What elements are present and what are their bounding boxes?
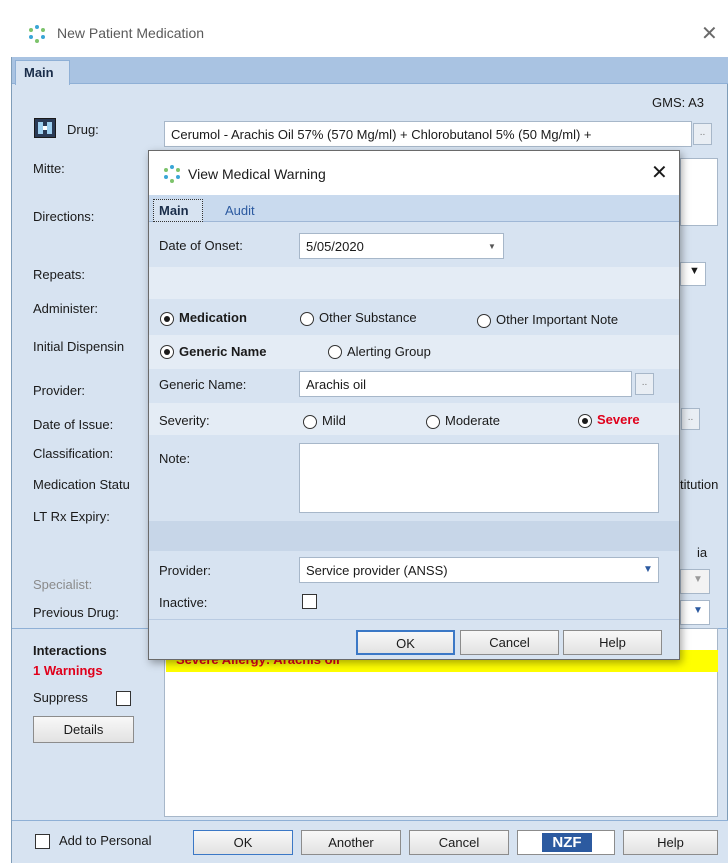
ok-button[interactable]: OK <box>193 830 293 855</box>
window-title: New Patient Medication <box>57 25 205 41</box>
nzf-button[interactable]: NZF <box>517 830 615 855</box>
window-title-bar: New Patient Medication ✕ <box>11 11 728 57</box>
date-of-onset-picker[interactable]: 5/05/2020 ▼ <box>299 233 504 259</box>
cancel-button[interactable]: Cancel <box>409 830 509 855</box>
chevron-down-icon: ▼ <box>689 265 700 277</box>
classification-label: Classification: <box>33 446 114 461</box>
another-button[interactable]: Another <box>301 830 401 855</box>
severity-severe-radio[interactable] <box>578 414 592 428</box>
generic-name-value: Arachis oil <box>306 377 366 392</box>
chevron-down-icon: ▼ <box>693 605 703 616</box>
drug-field[interactable]: Cerumol - Arachis Oil 57% (570 Mg/ml) + … <box>164 121 692 147</box>
dialog-spacer-band-2 <box>149 521 679 551</box>
generic-name-radio[interactable] <box>160 345 174 359</box>
type-medication-radio[interactable] <box>160 312 174 326</box>
administer-label: Administer: <box>33 301 99 316</box>
type-important-note-label: Other Important Note <box>496 312 619 327</box>
warnings-count: 1 Warnings <box>33 663 103 678</box>
date-of-onset-value: 5/05/2020 <box>306 239 364 254</box>
alerting-group-label: Alerting Group <box>347 344 431 359</box>
window-tab-bar <box>12 57 728 84</box>
lt-rx-expiry-label: LT Rx Expiry: <box>33 509 110 524</box>
type-medication-label: Medication <box>179 310 247 325</box>
medication-status-label: Medication Statu <box>33 477 130 492</box>
interactions-title: Interactions <box>33 643 107 658</box>
dialog-tab-audit[interactable]: Audit <box>225 203 255 218</box>
dialog-provider-value: Service provider (ANSS) <box>306 563 448 578</box>
specialist-dropdown[interactable]: ▼ <box>680 569 710 594</box>
severity-mild-radio[interactable] <box>303 415 317 429</box>
gms-label: GMS: A3 <box>652 95 705 110</box>
gear-cluster-icon <box>164 165 180 183</box>
dialog-tab-main[interactable]: Main <box>153 199 203 222</box>
severity-severe-label: Severe <box>597 412 640 427</box>
directions-field[interactable] <box>680 158 718 226</box>
drug-ellipsis-button[interactable]: .. <box>693 123 712 145</box>
repeats-label: Repeats: <box>33 267 86 282</box>
chevron-down-icon: ▼ <box>488 242 496 251</box>
dialog-cancel-button[interactable]: Cancel <box>460 630 559 655</box>
criteria-label: ia <box>697 545 708 560</box>
gear-cluster-icon <box>29 25 45 43</box>
previous-drug-dropdown[interactable]: ▼ <box>680 600 710 625</box>
directions-label: Directions: <box>33 209 95 224</box>
date-ellipsis-button[interactable]: .. <box>681 408 700 430</box>
dialog-ok-button[interactable]: OK <box>356 630 455 655</box>
generic-name-option-label: Generic Name <box>179 344 267 359</box>
chevron-down-icon: ▼ <box>643 564 653 575</box>
generic-name-ellipsis-button[interactable]: .. <box>635 373 654 395</box>
specialist-label: Specialist: <box>33 577 93 592</box>
view-medical-warning-dialog: View Medical Warning ✕ Main Audit Date o… <box>148 150 680 660</box>
dialog-close-icon[interactable]: ✕ <box>651 160 668 185</box>
note-label: Note: <box>159 451 191 466</box>
type-important-note-radio[interactable] <box>477 314 491 328</box>
dialog-spacer-band <box>149 267 679 299</box>
window-close-icon[interactable]: ✕ <box>701 21 718 46</box>
suppress-label: Suppress <box>33 690 88 705</box>
repeats-dropdown[interactable]: ▼ <box>680 262 706 286</box>
nzf-logo: NZF <box>542 833 592 852</box>
initial-dispensing-label: Initial Dispensin <box>33 339 125 354</box>
date-of-issue-label: Date of Issue: <box>33 417 114 432</box>
generic-name-label: Generic Name: <box>159 377 247 392</box>
severity-moderate-radio[interactable] <box>426 415 440 429</box>
add-to-personal-checkbox[interactable] <box>35 834 50 849</box>
previous-drug-label: Previous Drug: <box>33 605 119 620</box>
help-button[interactable]: Help <box>623 830 718 855</box>
drug-lookup-icon[interactable] <box>34 118 56 138</box>
date-of-onset-label: Date of Onset: <box>159 238 243 253</box>
severity-mild-label: Mild <box>322 413 346 428</box>
mitte-label: Mitte: <box>33 161 65 176</box>
tab-main[interactable]: Main <box>15 60 70 85</box>
drug-label: Drug: <box>67 122 99 137</box>
dialog-title: View Medical Warning <box>188 166 326 182</box>
dialog-provider-label: Provider: <box>159 563 212 578</box>
alerting-group-radio[interactable] <box>328 345 342 359</box>
type-other-substance-label: Other Substance <box>319 310 417 325</box>
details-button[interactable]: Details <box>33 716 134 743</box>
drug-value: Cerumol - Arachis Oil 57% (570 Mg/ml) + … <box>171 127 592 142</box>
chevron-down-icon: ▼ <box>693 574 703 585</box>
suppress-checkbox[interactable] <box>116 691 131 706</box>
severity-moderate-label: Moderate <box>445 413 500 428</box>
inactive-label: Inactive: <box>159 595 208 610</box>
dialog-provider-dropdown[interactable]: Service provider (ANSS) ▼ <box>299 557 659 583</box>
severity-label: Severity: <box>159 413 210 428</box>
generic-name-field[interactable]: Arachis oil <box>299 371 632 397</box>
note-textarea[interactable] <box>299 443 659 513</box>
type-other-substance-radio[interactable] <box>300 312 314 326</box>
inactive-checkbox[interactable] <box>302 594 317 609</box>
provider-label: Provider: <box>33 383 86 398</box>
dialog-help-button[interactable]: Help <box>563 630 662 655</box>
add-to-personal-label: Add to Personal <box>59 833 152 848</box>
institution-label: titution <box>680 477 719 492</box>
